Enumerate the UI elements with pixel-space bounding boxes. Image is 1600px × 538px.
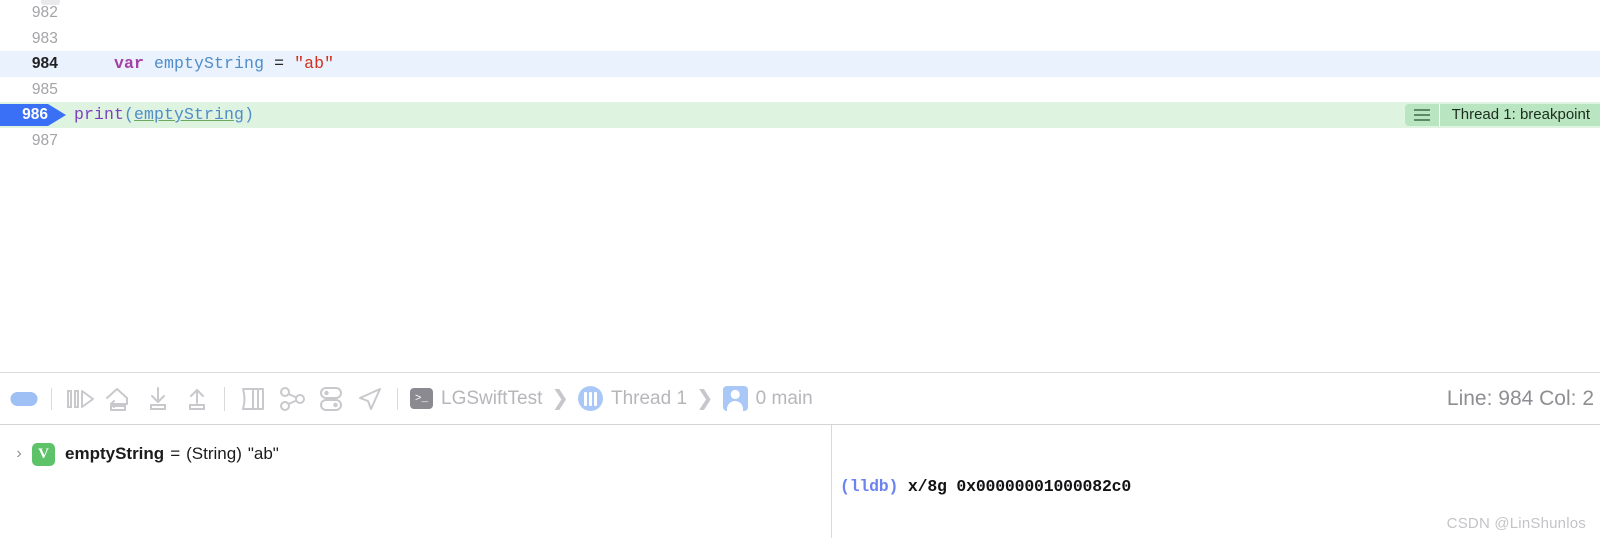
line-number[interactable]: 982 bbox=[0, 0, 66, 26]
variable-value: "ab" bbox=[247, 444, 279, 463]
code-token: = bbox=[264, 54, 295, 73]
code-line-background bbox=[0, 0, 1600, 26]
breadcrumb: >_ LGSwiftTest ❯ Thread 1 ❯ 0 main bbox=[410, 386, 813, 411]
continue-pill-icon bbox=[10, 391, 37, 406]
share-graph-icon bbox=[279, 386, 305, 411]
variables-view[interactable]: › VemptyString = (String) "ab" bbox=[0, 425, 830, 538]
lldb-prompt: (lldb) bbox=[840, 477, 899, 496]
toggles-icon bbox=[319, 386, 342, 411]
chevron-right-icon-1: ❯ bbox=[551, 387, 569, 410]
step-up-icon bbox=[188, 388, 205, 410]
code-line[interactable]: 985 bbox=[0, 77, 1600, 103]
code-line[interactable]: 984 var emptyString = "ab" bbox=[0, 51, 1600, 77]
code-lines-container: 982 983 984 var emptyString = "ab" 985 986 pr… bbox=[0, 0, 1600, 153]
source-editor[interactable]: 982 983 984 var emptyString = "ab" 985 986 pr… bbox=[0, 0, 1600, 372]
console-command-line: (lldb) x/8g 0x00000001000082c0 bbox=[840, 476, 1600, 497]
step-into-button[interactable] bbox=[99, 379, 138, 418]
step-out-of-button[interactable] bbox=[177, 379, 216, 418]
line-number[interactable]: 987 bbox=[0, 128, 66, 154]
breadcrumb-label-frame: 0 main bbox=[755, 387, 813, 409]
terminal-icon: >_ bbox=[410, 388, 433, 409]
view-hierarchy-button[interactable] bbox=[233, 379, 272, 418]
code-token: ( bbox=[124, 105, 135, 124]
breakpoint-message-text: Thread 1: breakpoint bbox=[1438, 104, 1600, 126]
step-out-button[interactable] bbox=[138, 379, 177, 418]
code-line-text: print(emptyString) bbox=[74, 102, 254, 128]
variable-type: (String) bbox=[186, 444, 242, 463]
step-over-icon bbox=[66, 389, 94, 408]
line-column-indicator: Line: 984 Col: 2 bbox=[1446, 386, 1594, 410]
code-line-background bbox=[0, 128, 1600, 154]
line-number[interactable]: 983 bbox=[0, 26, 66, 52]
stack-books-icon bbox=[241, 387, 264, 410]
toolbar-divider-3 bbox=[397, 387, 398, 410]
code-line-text: var emptyString = "ab" bbox=[74, 51, 334, 77]
code-line[interactable]: 983 bbox=[0, 26, 1600, 52]
breadcrumb-label-thread: Thread 1 bbox=[610, 387, 688, 409]
breadcrumb-item-process[interactable]: >_ LGSwiftTest bbox=[410, 388, 542, 410]
xcode-window: 982 983 984 var emptyString = "ab" 985 986 pr… bbox=[0, 0, 1600, 538]
hamburger-icon[interactable] bbox=[1404, 104, 1439, 126]
line-number[interactable]: 984 bbox=[0, 51, 66, 77]
debug-controls bbox=[0, 373, 406, 424]
environment-overrides-button[interactable] bbox=[311, 379, 350, 418]
breadcrumb-item-frame[interactable]: 0 main bbox=[722, 386, 813, 411]
simulate-location-button[interactable] bbox=[350, 379, 389, 418]
variable-equals: = bbox=[170, 444, 181, 463]
disclosure-triangle-icon[interactable]: › bbox=[10, 445, 28, 463]
location-arrow-icon bbox=[358, 387, 381, 410]
frame-person-icon bbox=[722, 386, 748, 411]
breadcrumb-label-process: LGSwiftTest bbox=[441, 387, 543, 409]
debug-area: › VemptyString = (String) "ab" (lldb) x/8g 0… bbox=[0, 425, 1600, 538]
code-token: emptyString bbox=[134, 105, 245, 124]
code-token: "ab" bbox=[294, 54, 335, 73]
code-line[interactable]: 982 bbox=[0, 0, 1600, 26]
code-line-background bbox=[0, 26, 1600, 52]
code-token: emptyString bbox=[154, 54, 265, 73]
step-out-icon bbox=[149, 386, 166, 410]
view-debugger-button[interactable] bbox=[272, 379, 311, 418]
thread-icon bbox=[577, 386, 603, 411]
line-number[interactable]: 985 bbox=[0, 77, 66, 103]
variables-list: › VemptyString = (String) "ab" bbox=[0, 439, 830, 469]
variable-row[interactable]: › VemptyString = (String) "ab" bbox=[0, 439, 830, 469]
breadcrumb-item-thread[interactable]: Thread 1 bbox=[577, 386, 688, 411]
code-token: ) bbox=[244, 105, 255, 124]
code-line[interactable]: 986 print(emptyString) Thread 1: breakpoin… bbox=[0, 102, 1600, 128]
chevron-right-icon-2: ❯ bbox=[696, 387, 714, 410]
code-token: var bbox=[114, 54, 145, 73]
watermark: CSDN @LinShunlos bbox=[1446, 515, 1586, 532]
continue-button[interactable] bbox=[4, 379, 43, 418]
code-line[interactable]: 987 bbox=[0, 128, 1600, 154]
variable-kind-badge: V bbox=[32, 442, 55, 466]
debug-bar: >_ LGSwiftTest ❯ Thread 1 ❯ 0 main Line:… bbox=[0, 372, 1600, 425]
lldb-command: x/8g 0x00000001000082c0 bbox=[898, 477, 1132, 496]
toolbar-divider bbox=[51, 387, 52, 410]
code-token: print bbox=[74, 105, 125, 124]
step-over-button[interactable] bbox=[60, 379, 99, 418]
code-line-background bbox=[0, 77, 1600, 103]
variable-name: emptyString bbox=[65, 444, 165, 463]
step-into-icon bbox=[105, 387, 128, 411]
toolbar-divider-2 bbox=[224, 386, 225, 411]
breakpoint-message[interactable]: Thread 1: breakpoint bbox=[1404, 104, 1600, 126]
